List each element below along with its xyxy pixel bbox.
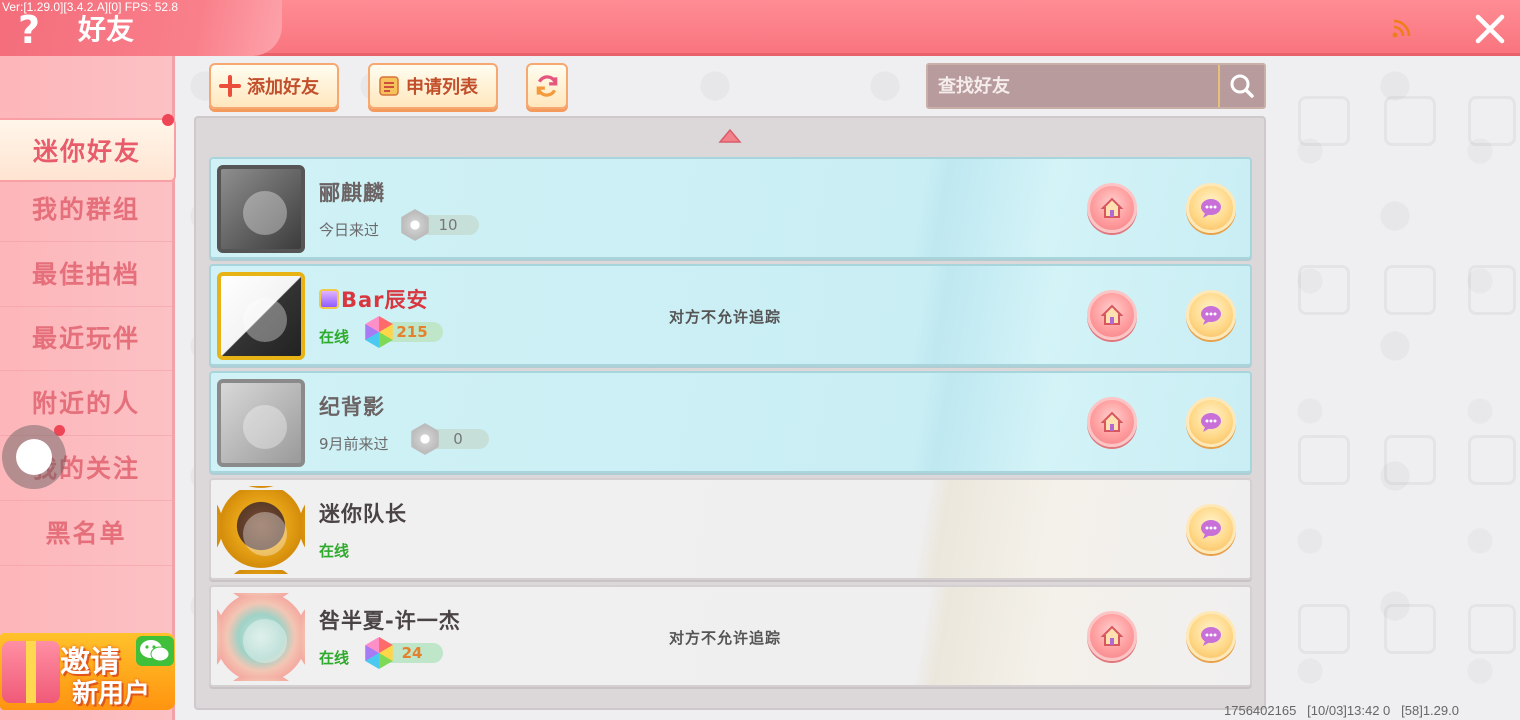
sidebar: 迷你好友 我的群组 最佳拍档 最近玩伴 附近的人 我的关注 黑名单 xyxy=(0,56,176,720)
notification-dot xyxy=(162,114,174,126)
background-decoration xyxy=(1384,604,1436,654)
avatar[interactable] xyxy=(217,593,305,681)
sidebar-item-best-partner[interactable]: 最佳拍档 xyxy=(0,243,172,307)
friend-status: 9月前来过 xyxy=(319,435,389,453)
gift-box-icon xyxy=(2,641,60,703)
footer-version: [58]1.29.0 xyxy=(1401,703,1459,718)
house-icon xyxy=(1100,625,1124,646)
background-decoration xyxy=(1468,265,1516,315)
add-friend-label: 添加好友 xyxy=(247,77,319,98)
friend-status: 在线 xyxy=(319,649,350,667)
vip-badge-icon xyxy=(319,289,339,309)
background-decoration xyxy=(1468,96,1516,146)
footer-info: 1756402165 [10/03]13:42 0 [58]1.29.0 xyxy=(1224,703,1459,718)
add-friend-button[interactable]: 添加好友 xyxy=(209,63,339,109)
background-decoration xyxy=(1468,604,1516,654)
avatar[interactable] xyxy=(217,272,305,360)
list-icon xyxy=(379,76,399,96)
wechat-icon xyxy=(136,636,174,666)
search-button[interactable] xyxy=(1218,65,1264,107)
chat-bubble-icon xyxy=(1201,413,1221,432)
refresh-button[interactable] xyxy=(526,63,568,109)
chat-bubble-icon xyxy=(1201,306,1221,325)
search-input[interactable] xyxy=(928,65,1220,107)
clover-icon xyxy=(411,423,439,455)
sidebar-item-my-groups[interactable]: 我的群组 xyxy=(0,178,172,242)
chat-button[interactable] xyxy=(1186,611,1236,661)
avatar-face xyxy=(243,619,287,663)
chat-bubble-icon xyxy=(1201,520,1221,539)
request-list-label: 申请列表 xyxy=(406,77,478,98)
friend-row[interactable]: Bar辰安 在线 215 对方不允许追踪 xyxy=(209,264,1252,366)
friend-row[interactable]: 纪背影 9月前来过 0 xyxy=(209,371,1252,473)
house-icon xyxy=(1100,197,1124,218)
header-bar: Ver:[1.29.0][3.4.2.A][0] FPS: 52.8 ? 好友 xyxy=(0,0,1520,56)
footer-time: [10/03]13:42 0 xyxy=(1307,703,1391,718)
footer-id: 1756402165 xyxy=(1224,703,1297,718)
friend-status: 今日来过 xyxy=(319,221,380,239)
friend-status: 在线 xyxy=(319,328,350,346)
chat-button[interactable] xyxy=(1186,183,1236,233)
friend-row[interactable]: 咎半夏-许一杰 在线 24 对方不允许追踪 xyxy=(209,585,1252,687)
avatar[interactable] xyxy=(217,379,305,467)
floating-assist-ball[interactable] xyxy=(2,425,66,489)
friend-name: 郦麒麟 xyxy=(319,181,385,205)
floating-ball-center xyxy=(16,439,52,475)
friend-name: 咎半夏-许一杰 xyxy=(319,609,461,633)
clover-icon xyxy=(365,316,393,348)
sidebar-item-mini-friends[interactable]: 迷你好友 xyxy=(0,118,176,182)
visit-home-button[interactable] xyxy=(1087,397,1137,447)
tracking-disabled-text: 对方不允许追踪 xyxy=(669,308,782,326)
clover-icon xyxy=(365,637,393,669)
friend-name-text: Bar辰安 xyxy=(341,288,429,312)
friend-name: 迷你队长 xyxy=(319,502,407,526)
friend-name: 纪背影 xyxy=(319,395,385,419)
background-decoration xyxy=(1468,435,1516,485)
page-title: 好友 xyxy=(78,13,135,46)
background-decoration xyxy=(1384,265,1436,315)
friend-row[interactable]: 郦麒麟 今日来过 10 xyxy=(209,157,1252,259)
friend-row[interactable]: 迷你队长 在线 xyxy=(209,478,1252,580)
avatar[interactable] xyxy=(217,486,305,574)
sidebar-item-blacklist[interactable]: 黑名单 xyxy=(0,502,172,566)
clover-icon xyxy=(401,209,429,241)
chat-button[interactable] xyxy=(1186,504,1236,554)
refresh-icon xyxy=(536,75,558,97)
chat-bubble-icon xyxy=(1201,199,1221,218)
visit-home-button[interactable] xyxy=(1087,290,1137,340)
search-box xyxy=(926,63,1266,109)
tracking-disabled-text: 对方不允许追踪 xyxy=(669,629,782,647)
visit-home-button[interactable] xyxy=(1087,611,1137,661)
sidebar-item-recent-playmates[interactable]: 最近玩伴 xyxy=(0,307,172,371)
friend-status: 在线 xyxy=(319,542,350,560)
chat-button[interactable] xyxy=(1186,397,1236,447)
background-decoration xyxy=(1298,435,1350,485)
avatar-face xyxy=(243,405,287,449)
chat-bubble-icon xyxy=(1201,627,1221,646)
background-decoration xyxy=(1298,604,1350,654)
avatar-face xyxy=(243,191,287,235)
background-decoration xyxy=(1298,265,1350,315)
question-mark-icon[interactable]: ? xyxy=(14,10,44,50)
background-decoration xyxy=(1384,96,1436,146)
chat-button[interactable] xyxy=(1186,290,1236,340)
invite-subtitle: 新用户 xyxy=(72,679,151,709)
friend-name: Bar辰安 xyxy=(319,284,429,314)
scroll-up-arrow-icon[interactable] xyxy=(718,128,742,144)
background-decoration xyxy=(1384,435,1436,485)
close-icon[interactable] xyxy=(1473,12,1507,46)
avatar-face xyxy=(243,512,287,556)
house-icon xyxy=(1100,411,1124,432)
avatar[interactable] xyxy=(217,165,305,253)
request-list-button[interactable]: 申请列表 xyxy=(368,63,498,109)
signal-icon xyxy=(1392,19,1411,38)
visit-home-button[interactable] xyxy=(1087,183,1137,233)
search-icon xyxy=(1230,74,1254,98)
house-icon xyxy=(1100,304,1124,325)
plus-icon xyxy=(219,75,241,97)
background-decoration xyxy=(1298,96,1350,146)
avatar-face xyxy=(243,298,287,342)
